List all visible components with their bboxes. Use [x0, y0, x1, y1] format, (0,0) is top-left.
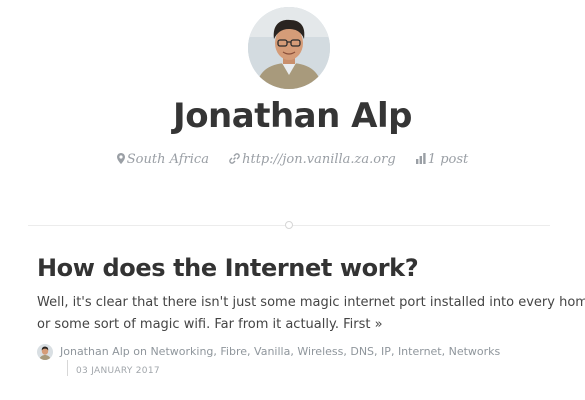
post-byline: Jonathan Alp on Networking, Fibre, Vanil… — [60, 345, 501, 358]
excerpt-line-text: or some sort of magic wifi. Far from it … — [37, 317, 371, 332]
post-date-wrap: 03 JANUARY 2017 — [67, 360, 160, 376]
profile-avatar — [248, 7, 330, 89]
tag-link[interactable]: Networks — [449, 345, 501, 358]
divider-dot — [285, 221, 293, 229]
excerpt-line: Well, it's clear that there isn't just s… — [37, 295, 585, 310]
profile-location-text: South Africa — [126, 152, 209, 167]
profile-website-link[interactable]: http://jon.vanilla.za.org — [242, 152, 396, 167]
tag-link[interactable]: Networking — [150, 345, 213, 358]
author-avatar[interactable] — [37, 344, 53, 360]
profile-location: South Africa — [116, 152, 209, 168]
tag-link[interactable]: IP — [381, 345, 391, 358]
profile-post-count: 1 post — [415, 152, 469, 168]
profile-name: Jonathan Alp — [173, 96, 412, 136]
tag-link[interactable]: Fibre — [220, 345, 247, 358]
byline-on: on — [133, 345, 147, 358]
tag-link[interactable]: Wireless — [297, 345, 343, 358]
link-icon — [229, 153, 240, 168]
excerpt-line: or some sort of magic wifi. Far from it … — [37, 314, 577, 336]
tag-link[interactable]: DNS — [350, 345, 374, 358]
post-excerpt: Well, it's clear that there isn't just s… — [37, 292, 585, 336]
profile-post-count-text: 1 post — [427, 152, 469, 167]
post-date: 03 JANUARY 2017 — [76, 366, 160, 376]
bar-chart-icon — [415, 153, 426, 168]
tag-link[interactable]: Internet — [398, 345, 442, 358]
tag-link[interactable]: Vanilla — [254, 345, 290, 358]
profile-website[interactable]: http://jon.vanilla.za.org — [229, 152, 396, 168]
map-pin-icon — [116, 153, 125, 168]
read-more-link[interactable]: » — [375, 317, 383, 332]
profile-meta: South Africa http://jon.vanilla.za.org 1… — [0, 152, 585, 168]
author-link[interactable]: Jonathan Alp — [60, 345, 130, 358]
post-title[interactable]: How does the Internet work? — [37, 254, 419, 282]
